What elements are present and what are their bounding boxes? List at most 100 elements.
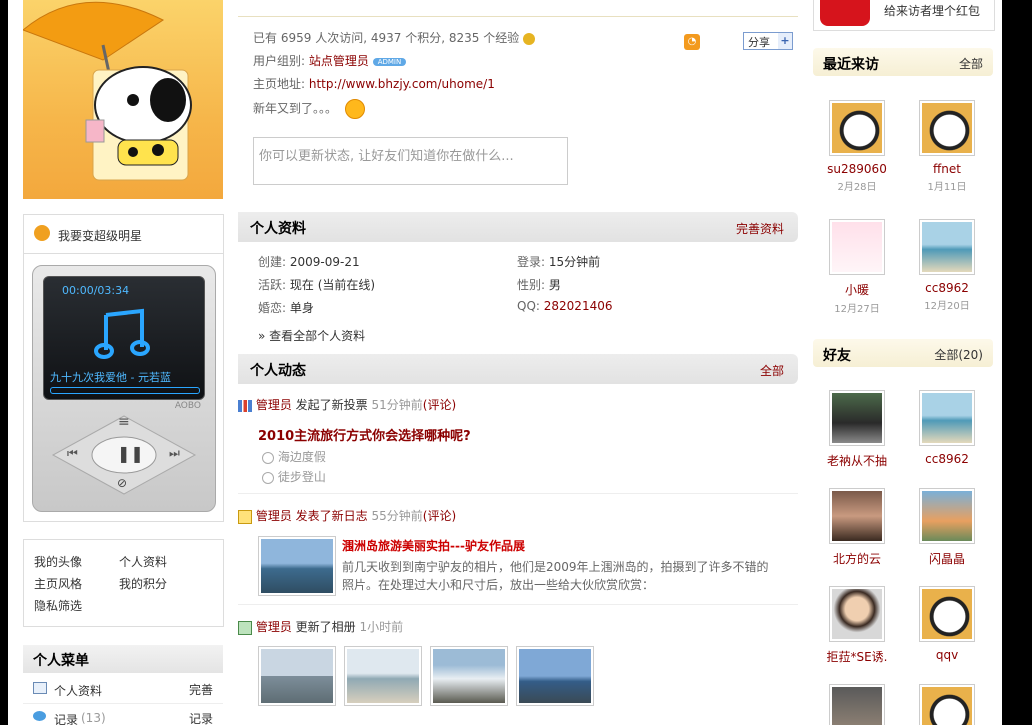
friend-avatar[interactable]	[829, 488, 885, 544]
rss-icon[interactable]: ◔	[684, 34, 700, 50]
feed-user[interactable]: 管理员	[256, 509, 292, 523]
previous-track-icon[interactable]: ⏮	[67, 446, 78, 461]
pause-icon[interactable]: ❚❚	[117, 444, 144, 463]
friend-card[interactable]: cc8962	[905, 390, 989, 466]
player-screen: 00:00/03:34 九十九次我爱他 - 元若蓝	[43, 276, 205, 400]
star-label[interactable]: 我要变超级明星	[58, 227, 142, 244]
visitor-name[interactable]: su289060	[815, 162, 899, 176]
share-button[interactable]: 分享 +	[743, 32, 793, 50]
feed-section-title: 个人动态	[250, 363, 306, 379]
feed-item-album: 管理员 更新了相册 1小时前	[238, 618, 403, 635]
visitor-name[interactable]: 小暖	[815, 281, 899, 298]
menu-item-records[interactable]: 记录 (13) 记录	[23, 705, 223, 725]
feed-user[interactable]: 管理员	[256, 398, 292, 412]
view-all-profile-link[interactable]: » 查看全部个人资料	[258, 327, 365, 344]
star-panel: 我要变超级明星 00:00/03:34 九十九次我爱他 - 元若蓝 AOBO ≡…	[23, 214, 224, 522]
visitors-all-link[interactable]: 全部	[959, 55, 983, 72]
friend-name[interactable]: 北方的云	[815, 550, 899, 567]
blog-excerpt-line2: 照片。在处理过大小和尺寸后，放出一些给大伙欣赏欣赏：	[342, 578, 655, 592]
friend-name[interactable]: qqv	[905, 648, 989, 662]
poll-option[interactable]: 海边度假	[262, 448, 326, 465]
profile-active: 活跃: 现在 (当前在线)	[258, 278, 376, 292]
menu-item-action[interactable]: 记录	[189, 710, 213, 725]
menu-item-count: (13)	[81, 711, 106, 725]
link-profile[interactable]: 个人资料	[119, 553, 167, 570]
radio-button[interactable]	[262, 451, 274, 464]
friend-card[interactable]	[905, 684, 989, 725]
friend-avatar[interactable]	[829, 390, 885, 446]
plus-icon: +	[778, 33, 792, 49]
friend-card[interactable]: 闪晶晶	[905, 488, 989, 567]
menu-item-profile[interactable]: 个人资料 完善	[23, 677, 223, 704]
visitor-card[interactable]: su289060 2月28日	[815, 100, 899, 193]
share-label[interactable]: 分享	[748, 34, 770, 50]
friend-avatar[interactable]	[919, 586, 975, 642]
friend-avatar[interactable]	[919, 390, 975, 446]
star-header[interactable]: 我要变超级明星	[24, 215, 223, 254]
friend-name[interactable]: 闪晶晶	[905, 550, 989, 567]
friend-avatar[interactable]	[829, 684, 885, 725]
status-text-line: 新年又到了。。。	[253, 99, 365, 119]
friend-avatar[interactable]	[919, 684, 975, 725]
menu-icon[interactable]: ≡	[118, 414, 130, 430]
friends-all-link[interactable]: 全部(20)	[934, 346, 983, 363]
complete-profile-link[interactable]: 完善资料	[736, 220, 784, 237]
friend-card[interactable]: 北方的云	[815, 488, 899, 567]
red-envelope-banner[interactable]: 给来访者埋个红包	[813, 0, 995, 31]
stop-icon[interactable]: ⊘	[117, 476, 127, 490]
link-my-points[interactable]: 我的积分	[119, 575, 167, 592]
menu-item-action[interactable]: 完善	[189, 681, 213, 698]
blog-thumbnail[interactable]	[258, 536, 336, 596]
visitor-card[interactable]: cc8962 12月20日	[905, 219, 989, 312]
visitor-avatar[interactable]	[919, 219, 975, 275]
link-privacy[interactable]: 隐私筛选	[34, 597, 82, 614]
album-photo[interactable]	[344, 646, 422, 706]
menu-item-label[interactable]: 记录	[54, 711, 78, 725]
home-url-link[interactable]: http://www.bhzjy.com/uhome/1	[309, 77, 495, 91]
blog-title[interactable]: 涠洲岛旅游美丽实拍---驴友作品展	[342, 537, 525, 554]
next-track-icon[interactable]: ⏭	[169, 446, 180, 461]
music-note-icon	[94, 308, 150, 359]
recent-visitors-title: 最近来访	[823, 57, 879, 73]
visitor-avatar[interactable]	[829, 100, 885, 156]
star-icon	[34, 225, 50, 241]
radio-button[interactable]	[262, 471, 274, 484]
poll-option[interactable]: 徒步登山	[262, 468, 326, 485]
status-input[interactable]: 你可以更新状态, 让好友们知道你在做什么...	[253, 137, 568, 185]
visitor-card[interactable]: 小暖 12月27日	[815, 219, 899, 315]
visitor-name[interactable]: cc8962	[905, 281, 989, 295]
smiley-icon	[344, 99, 365, 119]
profile-login: 登录: 15分钟前	[517, 255, 601, 269]
user-group[interactable]: 站点管理员	[309, 54, 369, 68]
friend-name[interactable]: 拒菈*SE诱.	[815, 648, 899, 665]
visitor-avatar[interactable]	[919, 100, 975, 156]
friend-name[interactable]: 老衲从不抽	[815, 452, 899, 469]
feed-comment-link[interactable]: (评论)	[423, 509, 456, 523]
player-progress-bar[interactable]	[50, 387, 200, 394]
feed-all-link[interactable]: 全部	[760, 362, 784, 379]
feed-user[interactable]: 管理员	[256, 620, 292, 634]
poll-question[interactable]: 2010主流旅行方式你会选择哪种呢?	[258, 425, 471, 444]
home-url-line: 主页地址: http://www.bhzjy.com/uhome/1	[253, 77, 495, 91]
medal-icon	[523, 32, 536, 45]
friend-card[interactable]	[815, 684, 899, 725]
friend-card[interactable]: 老衲从不抽	[815, 390, 899, 469]
user-avatar[interactable]	[23, 0, 223, 199]
album-photo[interactable]	[516, 646, 594, 706]
link-home-style[interactable]: 主页风格	[34, 575, 82, 592]
link-my-avatar[interactable]: 我的头像	[34, 553, 82, 570]
visitor-card[interactable]: ffnet 1月11日	[905, 100, 989, 193]
visitor-avatar[interactable]	[829, 219, 885, 275]
menu-item-label[interactable]: 个人资料	[54, 682, 102, 699]
friend-card[interactable]: qqv	[905, 586, 989, 662]
friend-avatar[interactable]	[919, 488, 975, 544]
friend-avatar[interactable]	[829, 586, 885, 642]
friend-card[interactable]: 拒菈*SE诱.	[815, 586, 899, 665]
visitor-name[interactable]: ffnet	[905, 162, 989, 176]
profile-gender: 性别: 男	[517, 278, 561, 292]
album-photo[interactable]	[430, 646, 508, 706]
album-photo[interactable]	[258, 646, 336, 706]
feed-comment-link[interactable]: (评论)	[423, 398, 456, 412]
friend-name[interactable]: cc8962	[905, 452, 989, 466]
quick-links-panel: 我的头像 个人资料 主页风格 我的积分 隐私筛选	[23, 539, 224, 627]
